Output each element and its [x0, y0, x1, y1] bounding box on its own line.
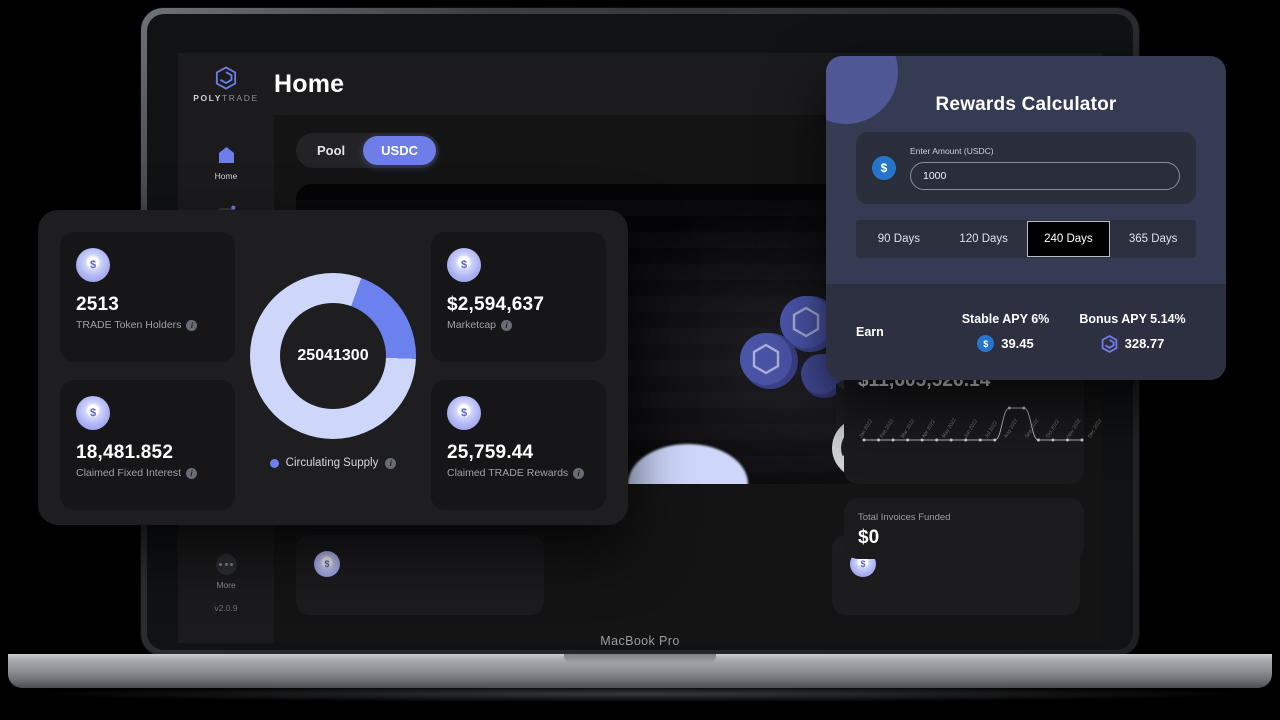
brand-wordmark: POLYTRADE — [193, 92, 259, 103]
duration-tab-365[interactable]: 365 Days — [1111, 221, 1195, 257]
stat-card-trade-token-holders[interactable]: $ 2513 TRADE Token Holders i — [60, 232, 235, 362]
stat-label-text: Claimed Fixed Interest — [76, 467, 182, 479]
dollar-orb-icon: $ — [76, 248, 110, 282]
total-invoices-card: Total Invoices Funded $0 — [844, 498, 1084, 559]
duration-tab-240[interactable]: 240 Days — [1026, 221, 1112, 257]
sidebar-item-label: Home — [214, 171, 238, 181]
amount-input[interactable] — [910, 162, 1180, 190]
tab-usdc[interactable]: USDC — [363, 136, 437, 165]
info-icon[interactable]: i — [501, 319, 513, 331]
stat-label: Marketcap i — [447, 319, 590, 331]
brand-logo[interactable]: POLYTRADE — [178, 65, 274, 103]
deposits-sparkline-chart: Jan 2022 Feb 2022 Mar 2022 Apr 2022 May 2022… — [858, 402, 1102, 474]
token-stats-overlay: $ 2513 TRADE Token Holders i 25041300 Ci… — [38, 210, 628, 525]
x-axis-tick-label: Dec 2022 — [1087, 417, 1102, 440]
total-invoices-label: Total Invoices Funded — [858, 512, 951, 523]
stable-apy-value: 39.45 — [1001, 336, 1034, 351]
donut-center-value: 25041300 — [297, 347, 369, 364]
stat-card-marketcap[interactable]: $ $2,594,637 Marketcap i — [431, 232, 606, 362]
pool-segmented-control: Pool USDC — [296, 133, 440, 168]
total-invoices-value: $0 — [858, 527, 880, 548]
info-icon[interactable]: i — [186, 467, 198, 479]
amount-input-group: $ Enter Amount (USDC) — [856, 132, 1196, 204]
bonus-apy-title: Bonus APY 5.14% — [1079, 311, 1186, 326]
laptop-base — [8, 654, 1272, 688]
dollar-orb-icon: $ — [447, 396, 481, 430]
stat-label-text: TRADE Token Holders — [76, 319, 182, 331]
earn-summary: Earn Stable APY 6% $ 39.45 Bonus APY 5.1… — [826, 284, 1226, 380]
sidebar-footer: More v2.0.9 — [178, 553, 274, 613]
info-icon[interactable]: i — [385, 457, 397, 469]
legend-swatch — [269, 458, 279, 468]
stat-value: 2513 — [76, 294, 120, 315]
duration-tab-90[interactable]: 90 Days — [857, 221, 942, 257]
bonus-apy-amount: 328.77 — [1069, 334, 1196, 353]
donut-legend: Circulating Supply i — [269, 457, 397, 469]
bonus-apy-column: Bonus APY 5.14% 328.77 — [1069, 312, 1196, 353]
stable-apy-title: Stable APY 6% — [961, 312, 1050, 326]
dollar-orb-icon: $ — [76, 396, 110, 430]
sidebar-item-home[interactable]: Home — [178, 133, 274, 192]
stat-card-claimed-trade-rewards[interactable]: $ 25,759.44 Claimed TRADE Rewards i — [431, 380, 606, 510]
dollar-orb-icon: $ — [314, 551, 340, 577]
bonus-apy-value: 328.77 — [1124, 336, 1165, 351]
stat-label-text: Claimed TRADE Rewards — [447, 467, 569, 479]
tab-pool[interactable]: Pool — [299, 136, 363, 165]
home-icon — [215, 144, 237, 166]
usdc-coin-icon: $ — [977, 335, 995, 352]
laptop-shadow — [40, 686, 1240, 702]
device-label: MacBook Pro — [600, 634, 680, 648]
hero-glow — [628, 444, 748, 484]
dollar-orb-icon: $ — [447, 248, 481, 282]
stat-card-claimed-fixed-interest[interactable]: $ 18,481.852 Claimed Fixed Interest i — [60, 380, 235, 510]
stat-label: Claimed Fixed Interest i — [76, 467, 219, 479]
circulating-supply-donut: 25041300 Circulating Supply i — [235, 273, 431, 469]
earn-label: Earn — [856, 325, 884, 339]
duration-tabs: 90 Days 120 Days 240 Days 365 Days — [856, 220, 1196, 258]
statistics-card-spacer — [564, 535, 812, 615]
stat-value: 18,481.852 — [76, 442, 174, 463]
app-version: v2.0.9 — [214, 603, 238, 613]
info-icon[interactable]: i — [573, 467, 585, 479]
polytrade-hex-logo-icon — [215, 65, 237, 90]
usdc-coin-icon: $ — [872, 156, 896, 180]
stat-value: $2,594,637 — [447, 294, 545, 315]
stat-label: Claimed TRADE Rewards i — [447, 467, 590, 479]
info-icon[interactable]: i — [186, 319, 198, 331]
screenshot-stage: POLYTRADE Home Add Address▾ Aud — [0, 0, 1280, 720]
polytrade-coin-icon — [740, 333, 798, 389]
sparkline-x-axis-labels: Jan 2022 Feb 2022 Mar 2022 Apr 2022 May 2022… — [858, 417, 1102, 442]
legend-label: Circulating Supply — [285, 457, 379, 469]
amount-label: Enter Amount (USDC) — [910, 146, 994, 156]
stat-label: TRADE Token Holders i — [76, 319, 219, 331]
stable-apy-column: Stable APY 6% $ 39.45 — [942, 312, 1069, 352]
calculator-title: Rewards Calculator — [935, 94, 1117, 115]
polytrade-hex-logo-icon — [1101, 334, 1117, 353]
sidebar-more-label: More — [216, 579, 236, 590]
statistics-card[interactable]: $ — [296, 535, 544, 615]
stat-value: 25,759.44 — [447, 442, 534, 463]
stat-label-text: Marketcap — [447, 319, 497, 331]
page-title: Home — [274, 69, 345, 98]
stable-apy-amount: $ 39.45 — [942, 335, 1069, 352]
more-icon[interactable] — [215, 553, 237, 575]
rewards-calculator-overlay: Rewards Calculator $ Enter Amount (USDC)… — [826, 56, 1226, 380]
donut-chart: 25041300 — [250, 273, 416, 439]
duration-tab-120[interactable]: 120 Days — [941, 221, 1027, 257]
